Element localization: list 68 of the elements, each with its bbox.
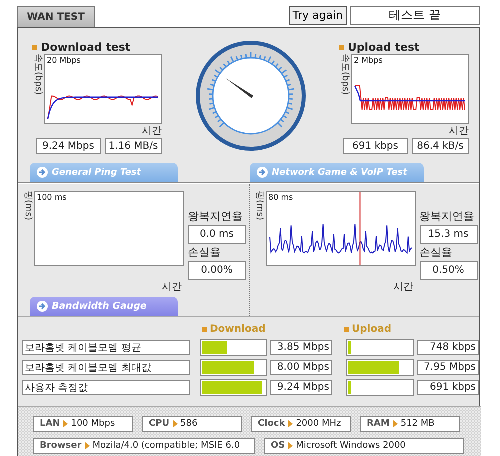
speed-reading: 691 kbps <box>416 380 480 395</box>
chart-title: Download test <box>41 40 131 54</box>
column-heading: Download <box>210 324 266 335</box>
bullet-icon <box>339 44 344 50</box>
info-value: 512 MB <box>400 419 435 429</box>
row-label: 사용자 측정값 <box>22 380 190 395</box>
arrow-icon <box>172 420 178 428</box>
speed-reading: 748 kbps <box>416 340 480 355</box>
status-field: 테스트 끝 <box>350 6 480 25</box>
speed-reading: 86.4 kB/s <box>412 138 469 154</box>
speed-reading: 691 kbps <box>343 138 408 154</box>
row-label: 보라홈넷 케이블모뎀 평균 <box>22 340 190 355</box>
info-value: 2000 MHz <box>296 419 342 429</box>
bullet-icon <box>32 44 37 50</box>
axis-label: 시간 <box>394 281 414 294</box>
stat-label: 왕복지연율 <box>188 209 244 224</box>
info-value: 100 Mbps <box>71 419 116 429</box>
axis-label: 시간 <box>162 281 183 294</box>
info-label: OS <box>271 441 286 451</box>
bullet-icon <box>344 327 349 332</box>
axis-label: 시간 <box>449 125 469 138</box>
info-value: 586 <box>180 419 198 429</box>
arrow-icon <box>63 420 68 428</box>
arrow-icon <box>392 420 398 428</box>
scale-label: 2 Mbps <box>354 56 383 65</box>
info-label: CPU <box>149 419 170 429</box>
info-label: RAM <box>367 419 390 429</box>
tab[interactable]: WAN TEST <box>17 6 95 27</box>
retry-button[interactable]: Try again <box>288 6 347 25</box>
info-value: Mozila/4.0 (compatible; MSIE 6.0 <box>92 441 240 451</box>
axis-label: 시간 <box>142 125 162 138</box>
arrow-icon <box>288 442 294 450</box>
info-label: Browser <box>40 441 82 451</box>
speed-reading: 3.85 Mbps <box>270 340 332 355</box>
latency-value: 0.0 ms <box>188 225 246 244</box>
arrow-icon <box>84 442 90 450</box>
speed-reading: 9.24 Mbps <box>36 138 101 154</box>
scale-label: 20 Mbps <box>47 56 81 65</box>
stat-label: 손실율 <box>420 245 454 260</box>
stat-label: 손실율 <box>188 245 222 260</box>
speed-reading: 8.00 Mbps <box>270 360 332 375</box>
axis-label: 핑(ms) <box>22 191 33 220</box>
speed-reading: 9.24 Mbps <box>270 380 332 395</box>
scale-label: 80 ms <box>268 193 294 202</box>
info-value: Microsoft Windows 2000 <box>296 441 406 451</box>
section-tab[interactable]: Bandwidth Gauge <box>30 297 178 316</box>
info-label: LAN <box>40 419 60 429</box>
row-label: 보라홈넷 케이블모뎀 최대값 <box>22 360 190 375</box>
bullet-icon <box>202 327 207 332</box>
speed-reading: 7.95 Mbps <box>416 360 480 375</box>
chart-title: Upload test <box>348 40 420 54</box>
arrow-icon <box>37 301 48 312</box>
scale-label: 100 ms <box>37 193 67 202</box>
section-tab[interactable]: Network Game & VoIP Test <box>250 163 424 182</box>
axis-label: 속도(bps) <box>339 54 350 96</box>
arrow-icon <box>257 167 268 178</box>
latency-value: 15.3 ms <box>420 225 478 244</box>
arrow-icon <box>37 167 48 178</box>
info-label: Clock <box>258 419 286 429</box>
stat-label: 왕복지연율 <box>420 209 476 224</box>
axis-label: 속도(bps) <box>32 54 43 96</box>
speed-reading: 1.16 MB/s <box>104 138 162 154</box>
section-tab[interactable]: General Ping Test <box>30 163 178 182</box>
loss-value: 0.00% <box>188 261 246 280</box>
axis-label: 핑(ms) <box>254 191 264 220</box>
column-heading: Upload <box>352 324 392 335</box>
loss-value: 0.50% <box>420 261 478 280</box>
arrow-icon <box>288 420 294 428</box>
